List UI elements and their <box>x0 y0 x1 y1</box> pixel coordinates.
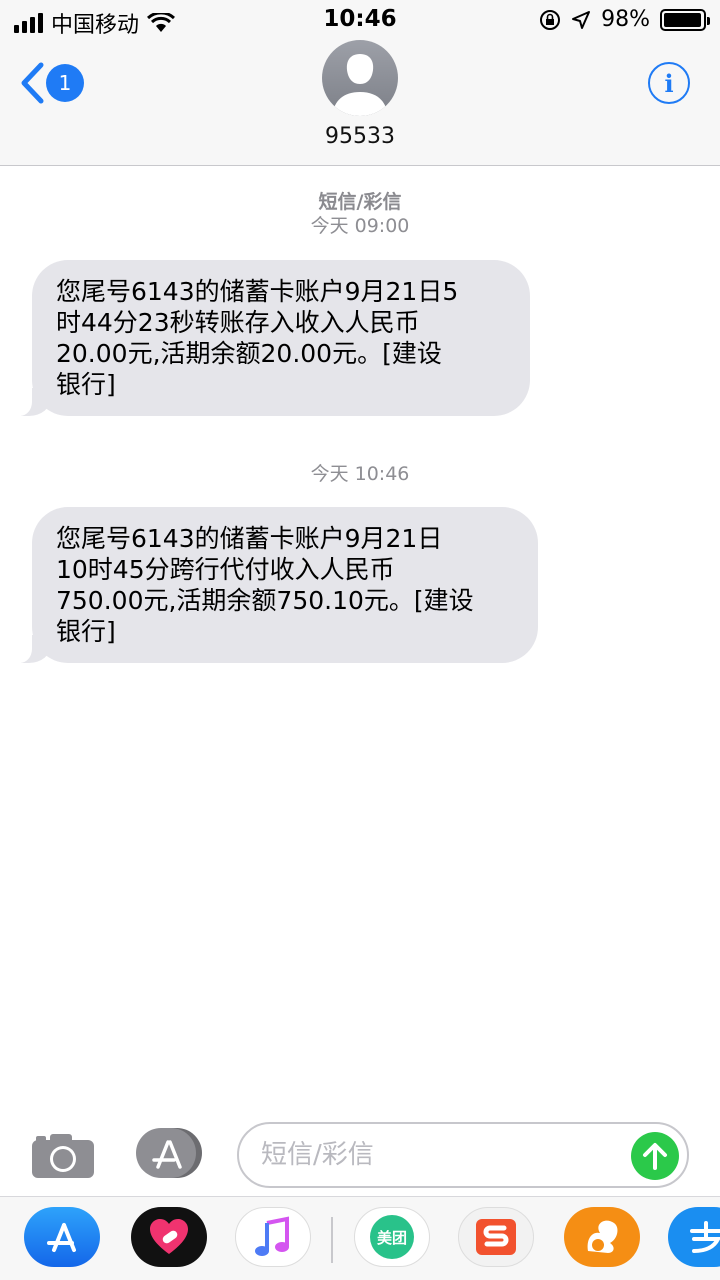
drawer-meituan-app[interactable]: 美团 <box>354 1207 430 1267</box>
camera-button[interactable] <box>32 1132 94 1178</box>
drawer-app-store[interactable] <box>24 1207 100 1267</box>
battery-icon <box>660 8 710 31</box>
back-button[interactable]: 1 <box>20 62 84 104</box>
drawer-music-app[interactable] <box>235 1207 311 1267</box>
send-button[interactable] <box>631 1132 679 1180</box>
message-timestamp: 今天 10:46 <box>310 463 410 485</box>
message-type: 短信/彩信 <box>318 191 402 213</box>
alipay-icon <box>690 1221 720 1253</box>
drawer-alipay-app[interactable] <box>668 1207 720 1267</box>
drawer-sogou-app[interactable] <box>458 1207 534 1267</box>
message-bubble[interactable]: 您尾号6143的储蓄卡账户9月21日5 时44分23秒转账存入收入人民币 20.… <box>10 260 530 416</box>
arrow-up-icon <box>643 1143 667 1170</box>
message-timestamp: 今天 09:00 <box>310 215 410 237</box>
message-input-box <box>237 1122 689 1188</box>
avatar[interactable] <box>322 40 398 116</box>
compose-bar <box>0 1112 720 1196</box>
message-input[interactable] <box>261 1134 621 1176</box>
location-icon <box>572 10 591 29</box>
message-bubble[interactable]: 您尾号6143的储蓄卡账户9月21日 10时45分跨行代付收入人民币 750.0… <box>10 507 538 663</box>
sogou-icon <box>476 1219 516 1255</box>
message-text: 您尾号6143的储蓄卡账户9月21日5 时44分23秒转账存入收入人民币 20.… <box>56 277 459 399</box>
squirrel-icon <box>587 1220 618 1253</box>
status-right: 98% <box>539 7 710 32</box>
drawer-uc-browser-app[interactable] <box>564 1207 640 1267</box>
app-store-icon <box>47 1223 76 1252</box>
camera-icon <box>32 1134 94 1178</box>
message-type-label: 短信/彩信 今天 09:00 <box>0 190 720 238</box>
drawer-divider <box>331 1217 333 1263</box>
app-store-button[interactable] <box>136 1128 204 1178</box>
orientation-lock-icon <box>540 9 561 30</box>
info-button[interactable]: i <box>648 62 690 104</box>
message-text: 您尾号6143的储蓄卡账户9月21日 10时45分跨行代付收入人民币 750.0… <box>56 524 474 646</box>
app-store-icon <box>136 1128 202 1178</box>
drawer-heart-app[interactable] <box>131 1207 207 1267</box>
person-icon <box>332 54 388 116</box>
meituan-logo: 美团 <box>370 1215 414 1259</box>
app-drawer: 美团 <box>0 1196 720 1280</box>
heart-icon <box>150 1219 188 1254</box>
contact-name[interactable]: 95533 <box>0 124 720 149</box>
unread-badge: 1 <box>46 64 84 102</box>
chevron-left-icon <box>21 62 44 104</box>
status-bar: 中国移动 10:46 98% <box>0 0 720 40</box>
conversation-header: 1 95533 i <box>0 40 720 166</box>
music-note-icon <box>255 1216 289 1256</box>
battery-percent: 98% <box>601 7 650 32</box>
battery-fill <box>664 12 702 27</box>
